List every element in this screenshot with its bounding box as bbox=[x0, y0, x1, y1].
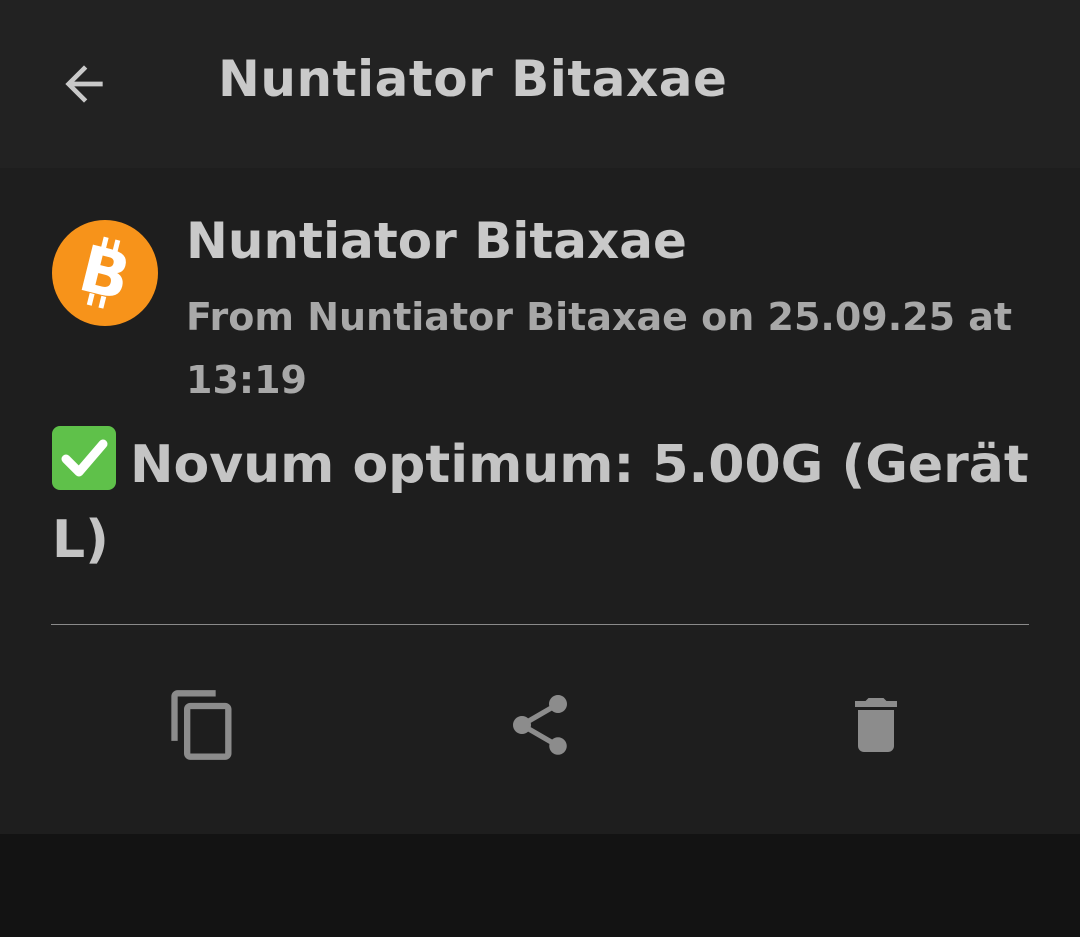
divider bbox=[51, 624, 1029, 625]
arrow-left-icon bbox=[65, 65, 103, 103]
copy-icon bbox=[171, 690, 232, 760]
notification-card: B Nuntiator Bitaxae From Nuntiator Bitax… bbox=[0, 168, 1080, 834]
bitcoin-icon: B bbox=[52, 220, 158, 326]
share-icon bbox=[513, 695, 567, 755]
delete-icon bbox=[855, 698, 897, 752]
check-mark-icon bbox=[52, 426, 116, 490]
message-text: Novum optimum: 5.00G (Gerät L) bbox=[52, 435, 1029, 570]
page-title: Nuntiator Bitaxae bbox=[218, 50, 728, 108]
share-button[interactable] bbox=[495, 680, 585, 770]
notification-meta: From Nuntiator Bitaxae on 25.09.25 at 13… bbox=[186, 295, 1013, 402]
delete-button[interactable] bbox=[831, 680, 921, 770]
notification-message: Novum optimum: 5.00G (Gerät L) bbox=[52, 426, 1042, 578]
sender-name: Nuntiator Bitaxae bbox=[186, 212, 687, 270]
back-button[interactable] bbox=[44, 44, 124, 124]
copy-button[interactable] bbox=[158, 680, 248, 770]
app-bar: Nuntiator Bitaxae bbox=[0, 0, 1080, 168]
